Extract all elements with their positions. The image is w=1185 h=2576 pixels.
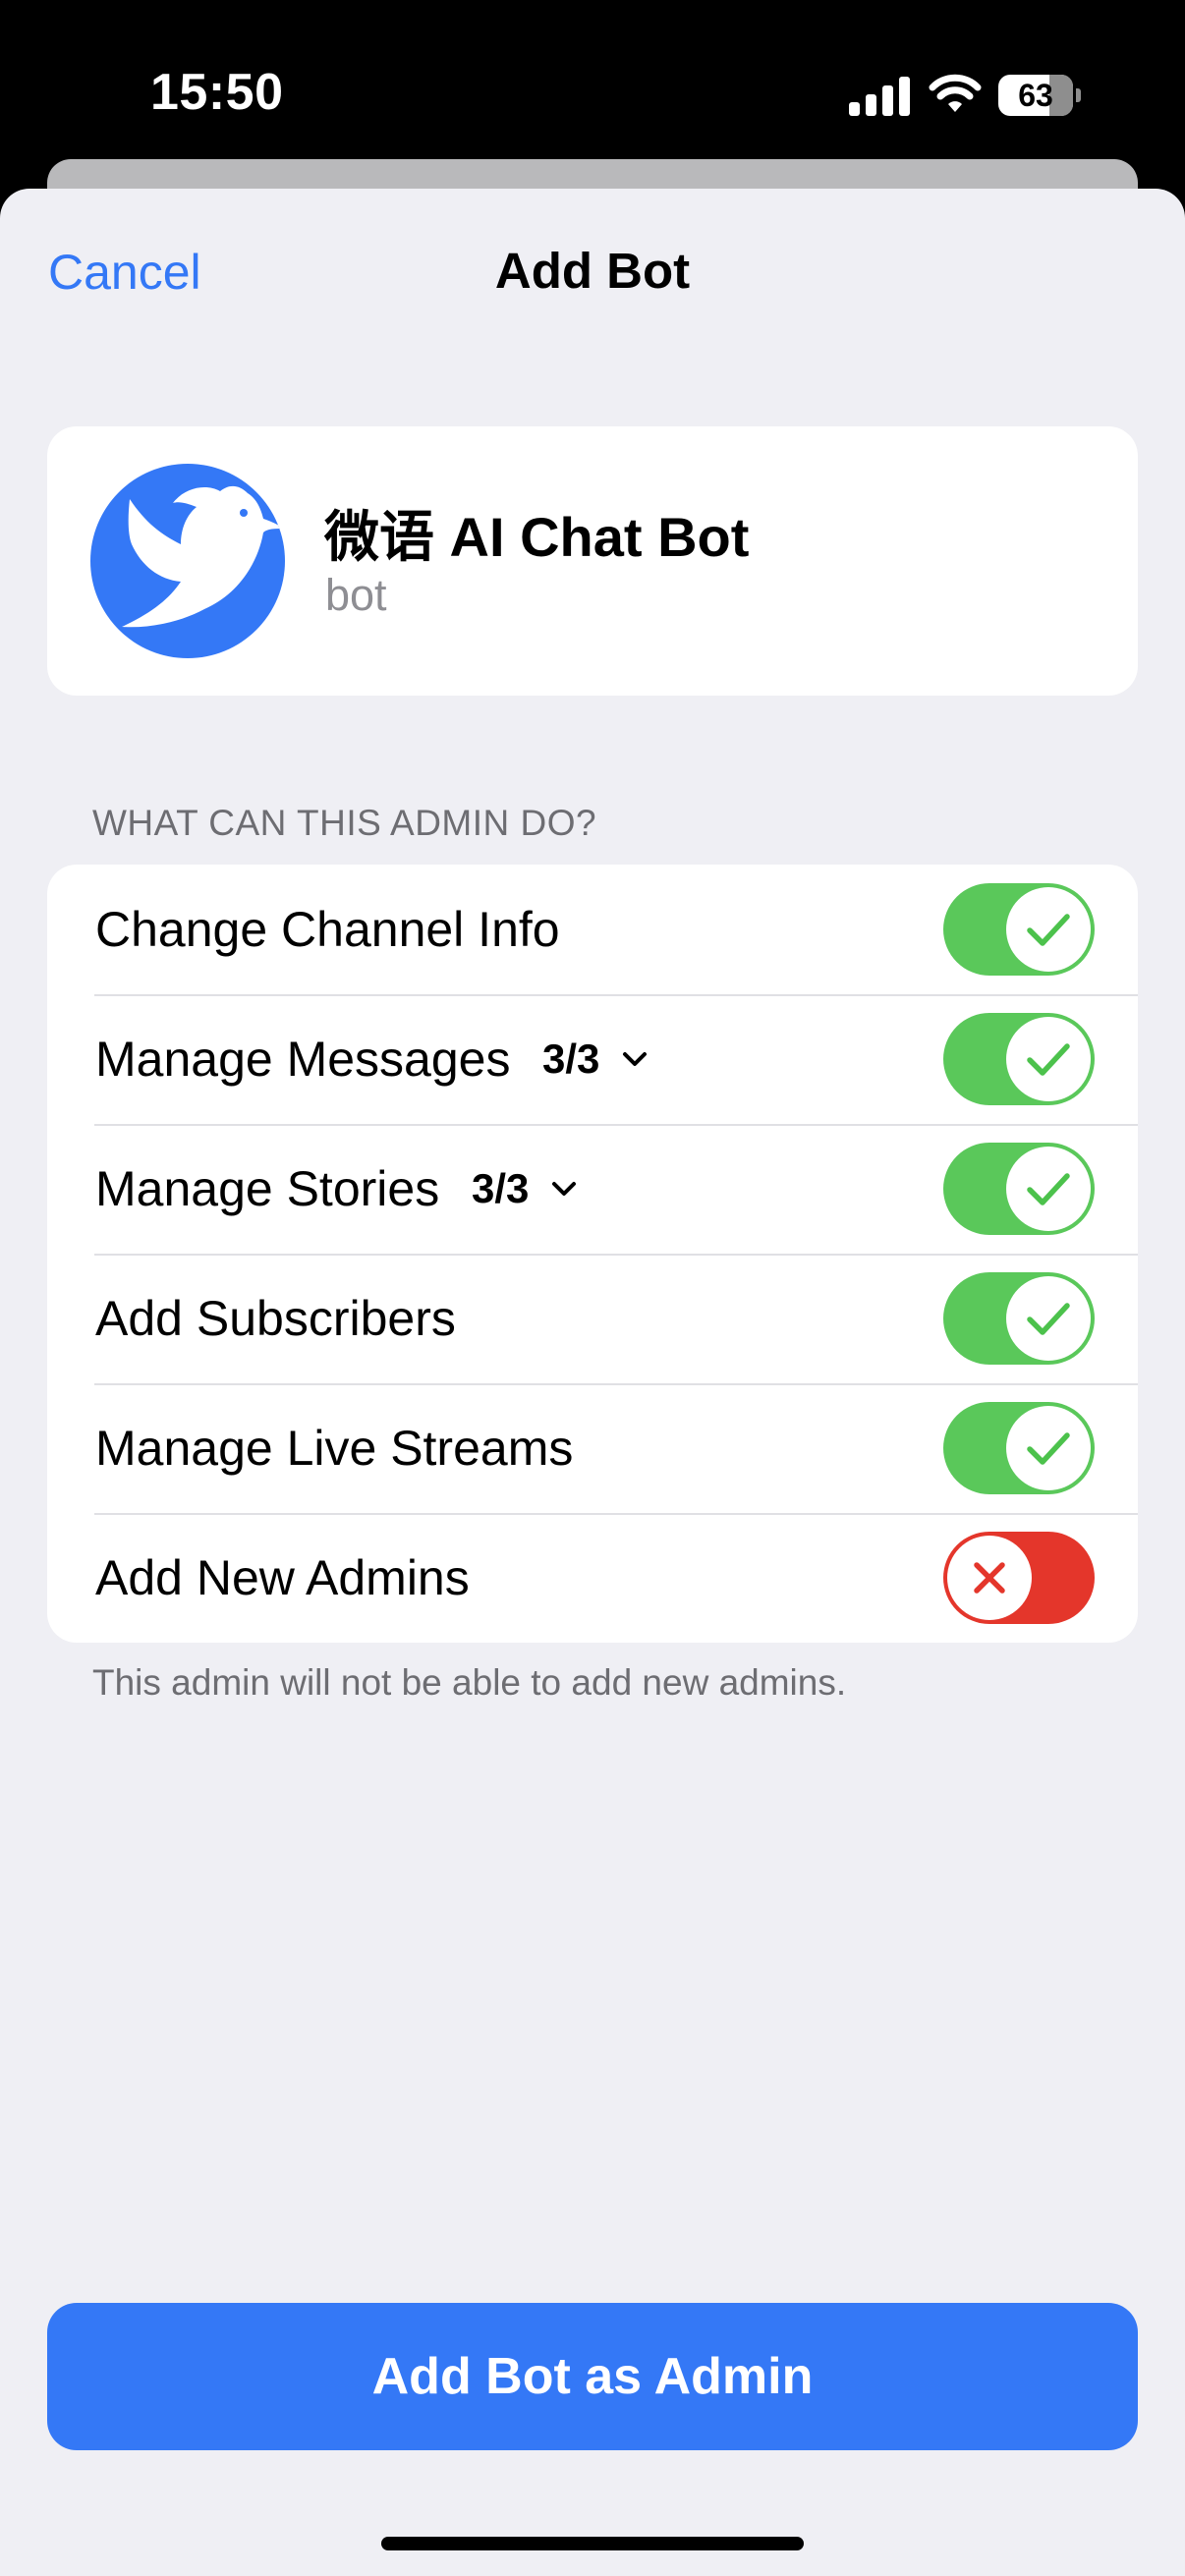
checkmark-icon xyxy=(1027,1432,1070,1465)
status-time: 15:50 xyxy=(150,64,284,121)
permission-count[interactable]: 3/3 xyxy=(542,994,599,1124)
bot-name: 微语 AI Chat Bot xyxy=(324,506,750,568)
permission-row-manage-stories[interactable]: Manage Stories 3/3 xyxy=(47,1124,1138,1254)
add-bot-as-admin-button[interactable]: Add Bot as Admin xyxy=(47,2303,1138,2450)
checkmark-icon xyxy=(1027,1043,1070,1076)
close-icon xyxy=(974,1562,1005,1594)
signal-icon xyxy=(849,77,910,116)
toggle-manage-messages[interactable] xyxy=(943,1013,1095,1105)
bot-subtitle: bot xyxy=(325,570,387,620)
permission-label: Add New Admins xyxy=(95,1550,470,1605)
permission-count[interactable]: 3/3 xyxy=(472,1124,529,1254)
permissions-footnote: This admin will not be able to add new a… xyxy=(92,1662,847,1703)
chevron-down-icon[interactable] xyxy=(619,1043,650,1075)
wifi-icon xyxy=(929,74,982,112)
checkmark-icon xyxy=(1027,914,1070,946)
status-bar: 15:50 63 xyxy=(0,0,1185,157)
battery-icon: 63 xyxy=(998,75,1081,116)
permission-label: Manage Stories xyxy=(95,1161,440,1216)
bot-avatar xyxy=(90,464,285,658)
bot-info-card: 微语 AI Chat Bot bot xyxy=(47,426,1138,696)
permission-label: Manage Messages xyxy=(95,1032,511,1087)
permission-label: Change Channel Info xyxy=(95,902,560,957)
toggle-add-new-admins[interactable] xyxy=(943,1532,1095,1624)
permission-row-change-channel-info[interactable]: Change Channel Info xyxy=(47,865,1138,994)
checkmark-icon xyxy=(1027,1303,1070,1335)
permissions-list: Change Channel Info Manage Messages 3/3 … xyxy=(47,865,1138,1643)
toggle-change-channel-info[interactable] xyxy=(943,883,1095,976)
dove-icon xyxy=(122,485,283,628)
permissions-header: WHAT CAN THIS ADMIN DO? xyxy=(92,803,597,843)
toggle-manage-live-streams[interactable] xyxy=(943,1402,1095,1494)
toggle-add-subscribers[interactable] xyxy=(943,1272,1095,1365)
toggle-manage-stories[interactable] xyxy=(943,1143,1095,1235)
add-bot-as-admin-label: Add Bot as Admin xyxy=(371,2348,814,2405)
page-title: Add Bot xyxy=(494,243,691,299)
permission-row-add-subscribers[interactable]: Add Subscribers xyxy=(47,1254,1138,1383)
chevron-down-icon[interactable] xyxy=(548,1173,580,1204)
permission-label: Add Subscribers xyxy=(95,1291,456,1346)
permission-row-add-new-admins[interactable]: Add New Admins xyxy=(47,1513,1138,1643)
permission-row-manage-live-streams[interactable]: Manage Live Streams xyxy=(47,1383,1138,1513)
checkmark-icon xyxy=(1027,1173,1070,1205)
permission-label: Manage Live Streams xyxy=(95,1421,574,1476)
home-indicator[interactable] xyxy=(381,2537,804,2550)
battery-level: 63 xyxy=(1018,78,1053,113)
permission-row-manage-messages[interactable]: Manage Messages 3/3 xyxy=(47,994,1138,1124)
